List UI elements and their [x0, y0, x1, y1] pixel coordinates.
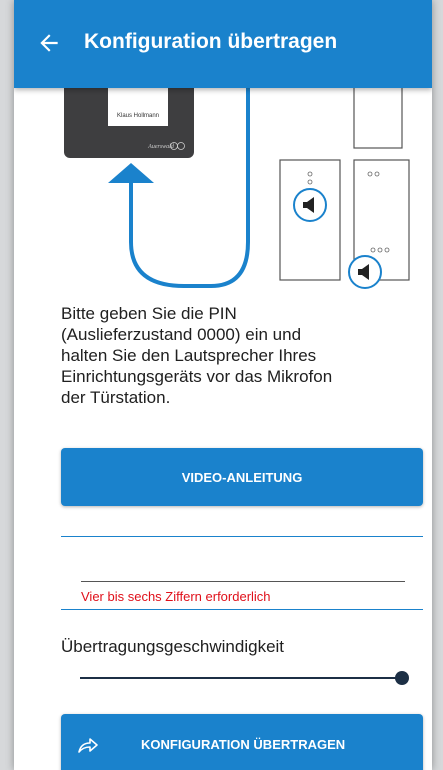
speed-slider[interactable] — [80, 668, 420, 688]
slider-track — [80, 677, 402, 679]
app-bar: Konfiguration übertragen — [14, 0, 432, 88]
device-name-label: Klaus Hollmann — [117, 113, 159, 119]
transfer-configuration-button[interactable]: KONFIGURATION ÜBERTRAGEN — [61, 714, 423, 770]
pin-field-container: Vier bis sechs Ziffern erforderlich — [61, 536, 423, 610]
transfer-button-label: KONFIGURATION ÜBERTRAGEN — [141, 737, 346, 752]
video-tutorial-button[interactable]: VIDEO-ANLEITUNG — [61, 448, 423, 506]
pin-error-message: Vier bis sechs Ziffern erforderlich — [81, 589, 271, 604]
speed-label: Übertragungsgeschwindigkeit — [61, 637, 285, 656]
arrow-up-icon — [108, 163, 154, 183]
share-icon — [78, 738, 98, 753]
page-title: Konfiguration übertragen — [84, 30, 338, 53]
slider-thumb[interactable] — [395, 671, 409, 685]
app-screen: Klaus Hollmann Auerswald Konfiguration ü… — [14, 0, 432, 770]
pin-input[interactable] — [81, 553, 405, 582]
arrow-left-icon[interactable] — [36, 30, 62, 56]
instruction-text: Bitte geben Sie die PIN (Auslieferzustan… — [61, 304, 333, 407]
